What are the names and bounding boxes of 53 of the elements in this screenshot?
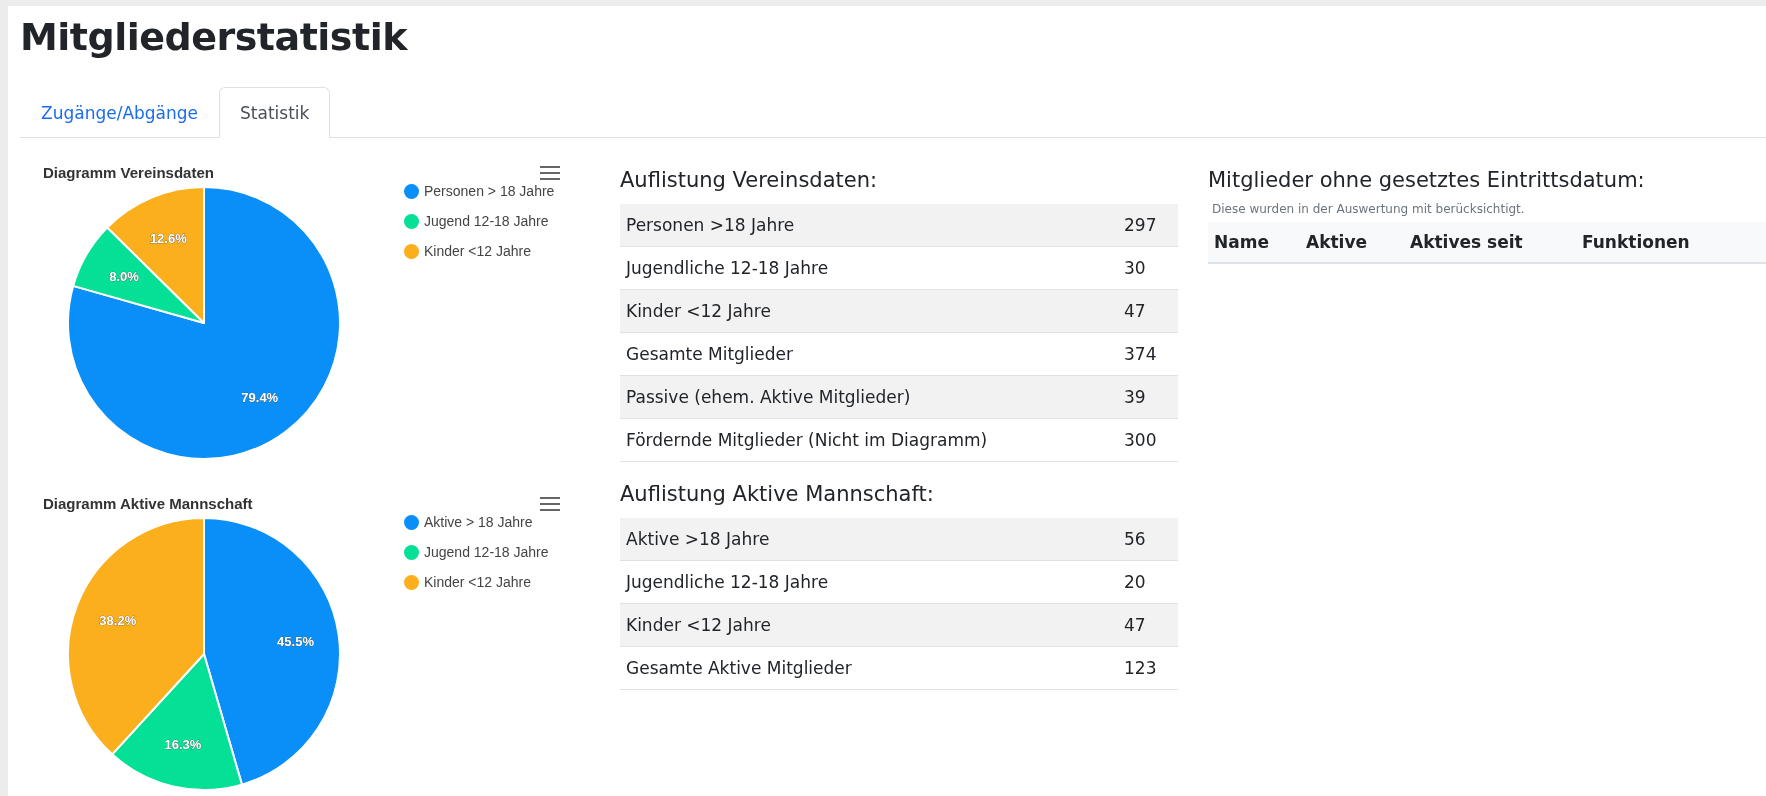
- legend-label[interactable]: Jugend 12-18 Jahre: [424, 213, 549, 229]
- table-cell: Jugendliche 12-18 Jahre: [620, 246, 1118, 290]
- tab[interactable]: Statistik: [219, 87, 331, 138]
- table-cell: Personen >18 Jahre: [620, 204, 1118, 247]
- column-header: Funktionen: [1576, 222, 1766, 263]
- legend-label[interactable]: Jugend 12-18 Jahre: [424, 544, 549, 560]
- column-header: Name: [1208, 222, 1300, 263]
- legend-label[interactable]: Personen > 18 Jahre: [424, 183, 555, 199]
- slice-label: 12.6%: [149, 230, 187, 246]
- note-text: Diese wurden in der Auswertung mit berücksichtigt.: [1212, 202, 1526, 216]
- table-cell: Kinder <12 Jahre: [620, 603, 1118, 647]
- legend-label[interactable]: Kinder <12 Jahre: [424, 243, 532, 259]
- table-cell: 47: [1118, 289, 1178, 333]
- column-header: Aktive: [1300, 222, 1404, 263]
- table-cell: Gesamte Mitglieder: [620, 332, 1118, 376]
- page-title: Mitgliederstatistik: [20, 14, 409, 61]
- table-cell: Gesamte Aktive Mitglieder: [620, 646, 1118, 690]
- table-cell: 374: [1118, 332, 1178, 376]
- table-cell: 20: [1118, 560, 1178, 604]
- slice-label: 79.4%: [241, 389, 279, 405]
- table-cell: Fördernde Mitglieder (Nicht im Diagramm): [620, 418, 1118, 462]
- slice-label: 8.0%: [109, 269, 139, 285]
- legend-label[interactable]: Kinder <12 Jahre: [424, 574, 532, 590]
- table-cell: Jugendliche 12-18 Jahre: [620, 560, 1118, 604]
- slice-label: 45.5%: [277, 633, 314, 649]
- table-cell: 39: [1118, 375, 1178, 419]
- column-header: Aktives seit: [1404, 222, 1576, 263]
- table-cell: Aktive >18 Jahre: [620, 518, 1118, 561]
- table-cell: 123: [1118, 646, 1178, 690]
- slice-label: 38.2%: [99, 613, 137, 629]
- section-heading: Auflistung Vereinsdaten:: [620, 168, 879, 192]
- menu-icon[interactable]: [540, 496, 560, 511]
- tab[interactable]: Zugänge/Abgänge: [20, 87, 220, 138]
- table-cell: 297: [1118, 204, 1178, 247]
- legend-dot: [404, 514, 419, 530]
- chart-title: Diagramm Aktive Mannschaft: [43, 495, 253, 512]
- table-cell: 56: [1118, 518, 1178, 561]
- legend-label[interactable]: Aktive > 18 Jahre: [424, 514, 533, 530]
- section-heading: Mitglieder ohne gesetztes Eintrittsdatum:: [1208, 168, 1646, 192]
- table-cell: Kinder <12 Jahre: [620, 289, 1118, 333]
- menu-icon[interactable]: [540, 165, 560, 180]
- legend-dot: [404, 213, 419, 229]
- table-cell: 47: [1118, 603, 1178, 647]
- chart-title: Diagramm Vereinsdaten: [43, 164, 214, 181]
- slice-label: 16.3%: [164, 737, 202, 753]
- table-cell: 300: [1118, 418, 1178, 462]
- legend-dot: [404, 183, 419, 199]
- table-cell: Passive (ehem. Aktive Mitglieder): [620, 375, 1118, 419]
- legend-dot: [404, 544, 419, 560]
- table-cell: 30: [1118, 246, 1178, 290]
- legend-dot: [404, 243, 419, 259]
- section-heading: Auflistung Aktive Mannschaft:: [620, 482, 935, 506]
- legend-dot: [404, 574, 419, 590]
